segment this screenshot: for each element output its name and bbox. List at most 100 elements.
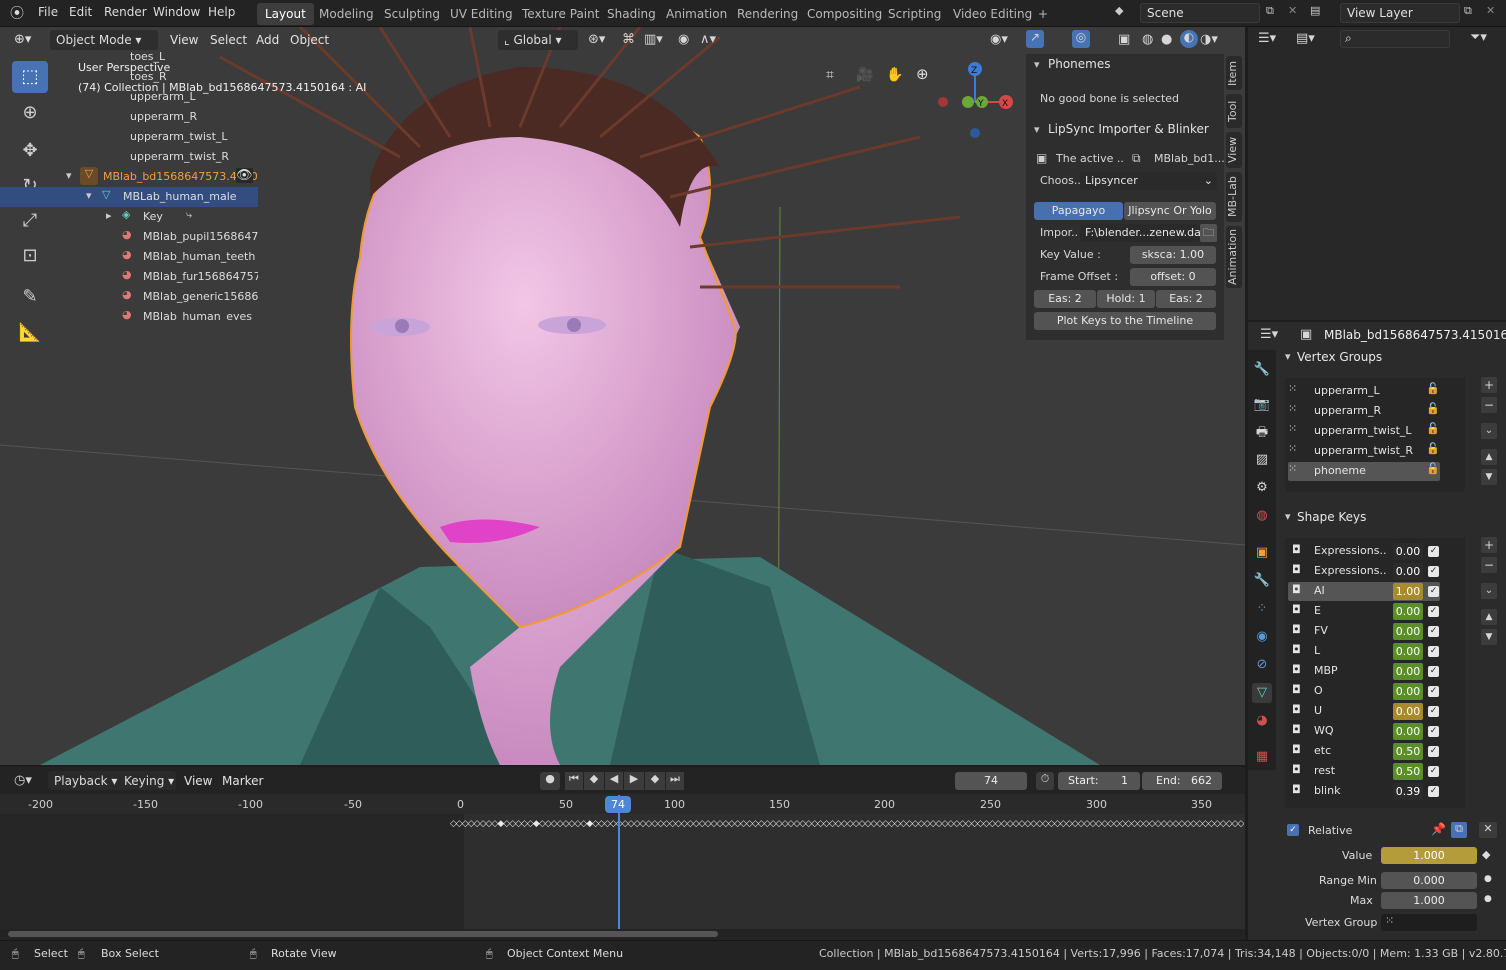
- shape-key-mute-checkbox[interactable]: ✓: [1428, 606, 1439, 617]
- tab-sculpting[interactable]: Sculpting: [376, 3, 448, 25]
- remove-view-layer-icon[interactable]: ✕: [1486, 4, 1495, 17]
- mesh-data-tab-icon[interactable]: ▽: [1252, 683, 1272, 703]
- next-keyframe-icon[interactable]: ◆: [645, 772, 665, 790]
- pan-hand-icon[interactable]: ✋: [886, 67, 903, 83]
- stopwatch-icon[interactable]: ⏱: [1036, 772, 1054, 790]
- add-shape-key-button[interactable]: +: [1481, 537, 1497, 553]
- menu-select[interactable]: Select: [210, 33, 247, 47]
- playhead-frame-label[interactable]: 74: [605, 796, 631, 813]
- range-min-field[interactable]: 0.000: [1381, 872, 1477, 889]
- expand-icon[interactable]: ▾: [66, 169, 72, 182]
- tab-modeling[interactable]: Modeling: [311, 3, 382, 25]
- papagayo-tab[interactable]: Papagayo: [1034, 202, 1123, 220]
- add-vertex-group-button[interactable]: +: [1481, 377, 1497, 393]
- keying-dropdown[interactable]: Keying ▾: [118, 771, 176, 790]
- expand-right-icon[interactable]: ▸: [106, 209, 112, 222]
- overlay-toggle-icon[interactable]: ◎: [1072, 30, 1090, 48]
- shape-key-mute-checkbox[interactable]: ✓: [1428, 666, 1439, 677]
- remove-shape-key-button[interactable]: −: [1481, 557, 1497, 573]
- shape-key-mute-checkbox[interactable]: ✓: [1428, 566, 1439, 577]
- clear-icon[interactable]: ✕: [1479, 822, 1497, 838]
- outliner-row[interactable]: toes_R: [0, 67, 258, 87]
- lock-icon[interactable]: 🔓: [1426, 382, 1440, 395]
- tab-rendering[interactable]: Rendering: [729, 3, 806, 25]
- prev-keyframe-icon[interactable]: ◆: [584, 772, 604, 790]
- menu-file[interactable]: File: [38, 5, 58, 19]
- render-tab-icon[interactable]: 📷: [1252, 395, 1272, 415]
- shape-key-value[interactable]: 0.00: [1393, 683, 1423, 700]
- tab-shading[interactable]: Shading: [599, 3, 664, 25]
- choose-dropdown[interactable]: Lipsyncer ⌄: [1080, 172, 1217, 190]
- keyframe-icon[interactable]: ◆: [1482, 848, 1490, 861]
- zoom-icon[interactable]: ⊕: [916, 65, 929, 83]
- outliner-row[interactable]: ◕ MBlab_pupil1568647573: [0, 227, 258, 247]
- expand-icon[interactable]: ▾: [86, 189, 92, 202]
- relative-checkbox[interactable]: ✓: [1287, 824, 1299, 836]
- keyframe-diamonds[interactable]: ◇◇◇◇◇◇◇◇◆◇◇◇◇◇◆◇◇◇◇◇◇◇◇◆◇◇◇◇◇◇◇◇◇◇◇◇◇◇◇◇…: [450, 819, 1244, 829]
- new-view-layer-icon[interactable]: ⧉: [1464, 4, 1472, 18]
- material-shading-icon[interactable]: ◐: [1180, 30, 1198, 48]
- lock-icon[interactable]: 🔓: [1426, 442, 1440, 455]
- play-icon[interactable]: ▶: [624, 772, 644, 790]
- record-icon[interactable]: ●: [540, 772, 560, 790]
- outliner-row-mesh[interactable]: ▾ ▽ MBLab_human_male: [0, 187, 258, 207]
- collapse-shape-keys-icon[interactable]: ▾: [1285, 510, 1291, 523]
- shape-key-value[interactable]: 0.00: [1393, 723, 1423, 740]
- shape-key-mute-checkbox[interactable]: ✓: [1428, 746, 1439, 757]
- modifier-tab-icon[interactable]: 🔧: [1252, 571, 1272, 591]
- move-up-icon[interactable]: ▲: [1481, 449, 1497, 465]
- shape-key-mute-checkbox[interactable]: ✓: [1428, 686, 1439, 697]
- jlipsync-tab[interactable]: Jlipsync Or Yolo: [1124, 202, 1216, 220]
- vertex-group-item[interactable]: ⁙ upperarm_twist_L 🔓: [1288, 422, 1440, 441]
- vertex-group-item[interactable]: ⁙ upperarm_L 🔓: [1288, 382, 1440, 401]
- display-mode-icon[interactable]: ▤▾: [1296, 31, 1315, 46]
- shape-key-value[interactable]: 0.50: [1393, 763, 1423, 780]
- shape-key-value[interactable]: 0.00: [1393, 603, 1423, 620]
- shape-key-value[interactable]: 0.00: [1393, 703, 1423, 720]
- tab-video-editing[interactable]: Video Editing: [945, 3, 1040, 25]
- timeline[interactable]: ◷▾ Playback ▾ Keying ▾ View Marker ● ⏮ ◆…: [0, 767, 1245, 940]
- filter-icon[interactable]: ⏷▾: [1470, 30, 1487, 45]
- scene-field[interactable]: Scene: [1140, 3, 1260, 23]
- xray-icon[interactable]: ▣: [1118, 32, 1130, 47]
- collapse-lipsync-icon[interactable]: ▾: [1034, 123, 1040, 136]
- vertex-group-item[interactable]: ⁙ upperarm_R 🔓: [1288, 402, 1440, 421]
- blender-logo-icon[interactable]: ⦿: [10, 3, 24, 23]
- texture-tab-icon[interactable]: ▦: [1252, 747, 1272, 767]
- gizmo-toggle-icon[interactable]: ↗: [1026, 30, 1044, 48]
- outliner-row[interactable]: upperarm_twist_L: [0, 127, 258, 147]
- snap-icon[interactable]: ⌘: [622, 32, 635, 47]
- shape-key-value[interactable]: 1.00: [1393, 583, 1423, 600]
- shape-key-value[interactable]: 0.00: [1393, 643, 1423, 660]
- current-frame-field[interactable]: 74: [955, 772, 1027, 790]
- folder-icon[interactable]: 🗀: [1200, 224, 1217, 242]
- outliner-row[interactable]: upperarm_twist_R: [0, 147, 258, 167]
- max-field[interactable]: 1.000: [1381, 892, 1477, 909]
- snap-target-icon[interactable]: ▥▾: [644, 32, 663, 47]
- horizontal-scrollbar[interactable]: [8, 931, 718, 937]
- shape-key-value[interactable]: 0.00: [1393, 663, 1423, 680]
- outliner-row[interactable]: upperarm_L: [0, 87, 258, 107]
- playhead[interactable]: [618, 795, 620, 929]
- vertex-group-item-selected[interactable]: ⁙ phoneme 🔓: [1288, 462, 1440, 481]
- jump-end-icon[interactable]: ⏭: [666, 772, 684, 790]
- shape-key-mute-checkbox[interactable]: ✓: [1428, 626, 1439, 637]
- transform-orientation-dropdown[interactable]: ⌞ Global ▾: [498, 30, 578, 50]
- playback-dropdown[interactable]: Playback ▾: [48, 771, 124, 790]
- outliner-row[interactable]: ◕ MBlab_human_teeth: [0, 247, 258, 267]
- outliner-search-input[interactable]: ⌕: [1340, 30, 1450, 48]
- material-tab-icon[interactable]: ◕: [1252, 711, 1272, 731]
- import-path-field[interactable]: F:\blender...zenew.dat: [1080, 224, 1200, 242]
- frame-offset-field[interactable]: offset: 0: [1130, 268, 1216, 286]
- shape-key-move-down-icon[interactable]: ▼: [1481, 629, 1497, 645]
- grid-view-icon[interactable]: ⌗: [826, 67, 834, 83]
- phonemes-title[interactable]: Phonemes: [1048, 57, 1111, 71]
- plot-keys-button[interactable]: Plot Keys to the Timeline: [1034, 312, 1216, 330]
- vertex-group-specials-icon[interactable]: ⌄: [1481, 423, 1497, 439]
- timeline-menu-view[interactable]: View: [184, 774, 212, 788]
- add-workspace-button[interactable]: +: [1030, 3, 1056, 25]
- jump-start-icon[interactable]: ⏮: [565, 772, 583, 790]
- shape-key-mute-checkbox[interactable]: ✓: [1428, 766, 1439, 777]
- tab-compositing[interactable]: Compositing: [799, 3, 890, 25]
- scene-icon[interactable]: ◆: [1115, 4, 1123, 17]
